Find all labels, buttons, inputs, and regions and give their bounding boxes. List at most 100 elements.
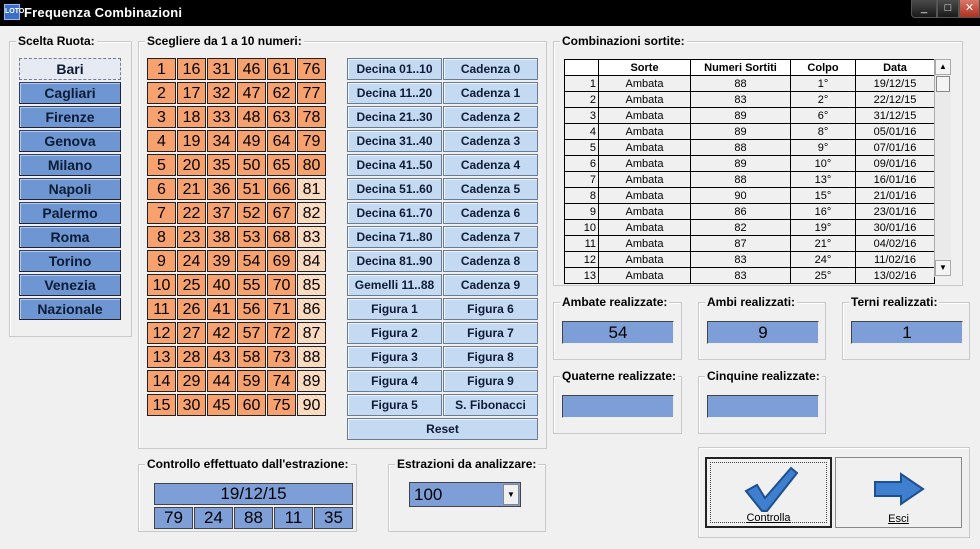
ruota-button-palermo[interactable]: Palermo: [19, 202, 121, 224]
cadenza-8-button[interactable]: Cadenza 8: [443, 250, 538, 272]
figura-3-button[interactable]: Figura 3: [347, 346, 442, 368]
number-cell[interactable]: 28: [177, 346, 206, 368]
table-row[interactable]: 4 Ambata 89 8° 05/01/16: [564, 123, 935, 140]
number-cell[interactable]: 52: [237, 202, 266, 224]
minimize-button[interactable]: _: [911, 0, 937, 18]
number-cell[interactable]: 24: [177, 250, 206, 272]
table-row[interactable]: 5 Ambata 88 9° 07/01/16: [564, 139, 935, 156]
chevron-down-icon[interactable]: ▼: [503, 484, 519, 505]
figura-6-button[interactable]: Figura 6: [443, 298, 538, 320]
ruota-button-napoli[interactable]: Napoli: [19, 178, 121, 200]
decina-01-10-button[interactable]: Decina 01..10: [347, 58, 442, 80]
number-cell[interactable]: 27: [177, 322, 206, 344]
decina-61-70-button[interactable]: Decina 61..70: [347, 202, 442, 224]
ruota-button-roma[interactable]: Roma: [19, 226, 121, 248]
table-row[interactable]: 12 Ambata 83 24° 11/02/16: [564, 251, 935, 268]
number-cell[interactable]: 67: [267, 202, 296, 224]
ruota-button-torino[interactable]: Torino: [19, 250, 121, 272]
number-cell[interactable]: 64: [267, 130, 296, 152]
number-cell[interactable]: 66: [267, 178, 296, 200]
number-cell[interactable]: 36: [207, 178, 236, 200]
number-cell[interactable]: 68: [267, 226, 296, 248]
number-cell[interactable]: 33: [207, 106, 236, 128]
number-cell[interactable]: 57: [237, 322, 266, 344]
number-cell[interactable]: 40: [207, 274, 236, 296]
number-cell[interactable]: 82: [297, 202, 326, 224]
number-cell[interactable]: 38: [207, 226, 236, 248]
number-cell[interactable]: 4: [147, 130, 176, 152]
figura-9-button[interactable]: Figura 9: [443, 370, 538, 392]
number-cell[interactable]: 16: [177, 58, 206, 80]
number-cell[interactable]: 81: [297, 178, 326, 200]
number-cell[interactable]: 69: [267, 250, 296, 272]
number-cell[interactable]: 70: [267, 274, 296, 296]
number-cell[interactable]: 47: [237, 82, 266, 104]
number-cell[interactable]: 22: [177, 202, 206, 224]
number-cell[interactable]: 45: [207, 394, 236, 416]
number-cell[interactable]: 32: [207, 82, 236, 104]
number-cell[interactable]: 55: [237, 274, 266, 296]
number-cell[interactable]: 53: [237, 226, 266, 248]
number-cell[interactable]: 60: [237, 394, 266, 416]
cadenza-4-button[interactable]: Cadenza 4: [443, 154, 538, 176]
number-cell[interactable]: 89: [297, 370, 326, 392]
scroll-down-icon[interactable]: ▼: [935, 260, 951, 276]
number-cell[interactable]: 8: [147, 226, 176, 248]
close-button[interactable]: ✕: [959, 0, 980, 18]
number-cell[interactable]: 7: [147, 202, 176, 224]
number-cell[interactable]: 78: [297, 106, 326, 128]
number-cell[interactable]: 63: [267, 106, 296, 128]
reset-button[interactable]: Reset: [347, 418, 538, 440]
number-cell[interactable]: 34: [207, 130, 236, 152]
number-cell[interactable]: 20: [177, 154, 206, 176]
number-cell[interactable]: 23: [177, 226, 206, 248]
number-cell[interactable]: 54: [237, 250, 266, 272]
ruota-button-cagliari[interactable]: Cagliari: [19, 82, 121, 104]
table-row[interactable]: 13 Ambata 83 25° 13/02/16: [564, 267, 935, 284]
number-cell[interactable]: 77: [297, 82, 326, 104]
table-row[interactable]: 10 Ambata 82 19° 30/01/16: [564, 219, 935, 236]
number-cell[interactable]: 44: [207, 370, 236, 392]
number-cell[interactable]: 76: [297, 58, 326, 80]
number-cell[interactable]: 43: [207, 346, 236, 368]
number-cell[interactable]: 62: [267, 82, 296, 104]
decina-21-30-button[interactable]: Decina 21..30: [347, 106, 442, 128]
cadenza-5-button[interactable]: Cadenza 5: [443, 178, 538, 200]
gemelli-11-88-button[interactable]: Gemelli 11..88: [347, 274, 442, 296]
number-cell[interactable]: 10: [147, 274, 176, 296]
number-cell[interactable]: 86: [297, 298, 326, 320]
number-cell[interactable]: 21: [177, 178, 206, 200]
number-cell[interactable]: 59: [237, 370, 266, 392]
table-scrollbar[interactable]: ▲ ▼: [934, 59, 951, 277]
scroll-thumb[interactable]: [936, 76, 950, 92]
number-cell[interactable]: 12: [147, 322, 176, 344]
figura-7-button[interactable]: Figura 7: [443, 322, 538, 344]
number-cell[interactable]: 35: [207, 154, 236, 176]
table-row[interactable]: 8 Ambata 90 15° 21/01/16: [564, 187, 935, 204]
number-cell[interactable]: 29: [177, 370, 206, 392]
ruota-button-nazionale[interactable]: Nazionale: [19, 298, 121, 320]
number-cell[interactable]: 25: [177, 274, 206, 296]
number-cell[interactable]: 88: [297, 346, 326, 368]
number-cell[interactable]: 19: [177, 130, 206, 152]
table-row[interactable]: 7 Ambata 88 13° 16/01/16: [564, 171, 935, 188]
number-cell[interactable]: 5: [147, 154, 176, 176]
number-cell[interactable]: 80: [297, 154, 326, 176]
number-cell[interactable]: 14: [147, 370, 176, 392]
ruota-button-venezia[interactable]: Venezia: [19, 274, 121, 296]
ruota-button-genova[interactable]: Genova: [19, 130, 121, 152]
cadenza-2-button[interactable]: Cadenza 2: [443, 106, 538, 128]
number-cell[interactable]: 73: [267, 346, 296, 368]
number-cell[interactable]: 31: [207, 58, 236, 80]
table-row[interactable]: 3 Ambata 89 6° 31/12/15: [564, 107, 935, 124]
number-cell[interactable]: 61: [267, 58, 296, 80]
number-cell[interactable]: 18: [177, 106, 206, 128]
decina-11-20-button[interactable]: Decina 11..20: [347, 82, 442, 104]
cadenza-9-button[interactable]: Cadenza 9: [443, 274, 538, 296]
figura-8-button[interactable]: Figura 8: [443, 346, 538, 368]
table-row[interactable]: 2 Ambata 83 2° 22/12/15: [564, 91, 935, 108]
cadenza-7-button[interactable]: Cadenza 7: [443, 226, 538, 248]
number-cell[interactable]: 42: [207, 322, 236, 344]
figura-1-button[interactable]: Figura 1: [347, 298, 442, 320]
number-cell[interactable]: 26: [177, 298, 206, 320]
